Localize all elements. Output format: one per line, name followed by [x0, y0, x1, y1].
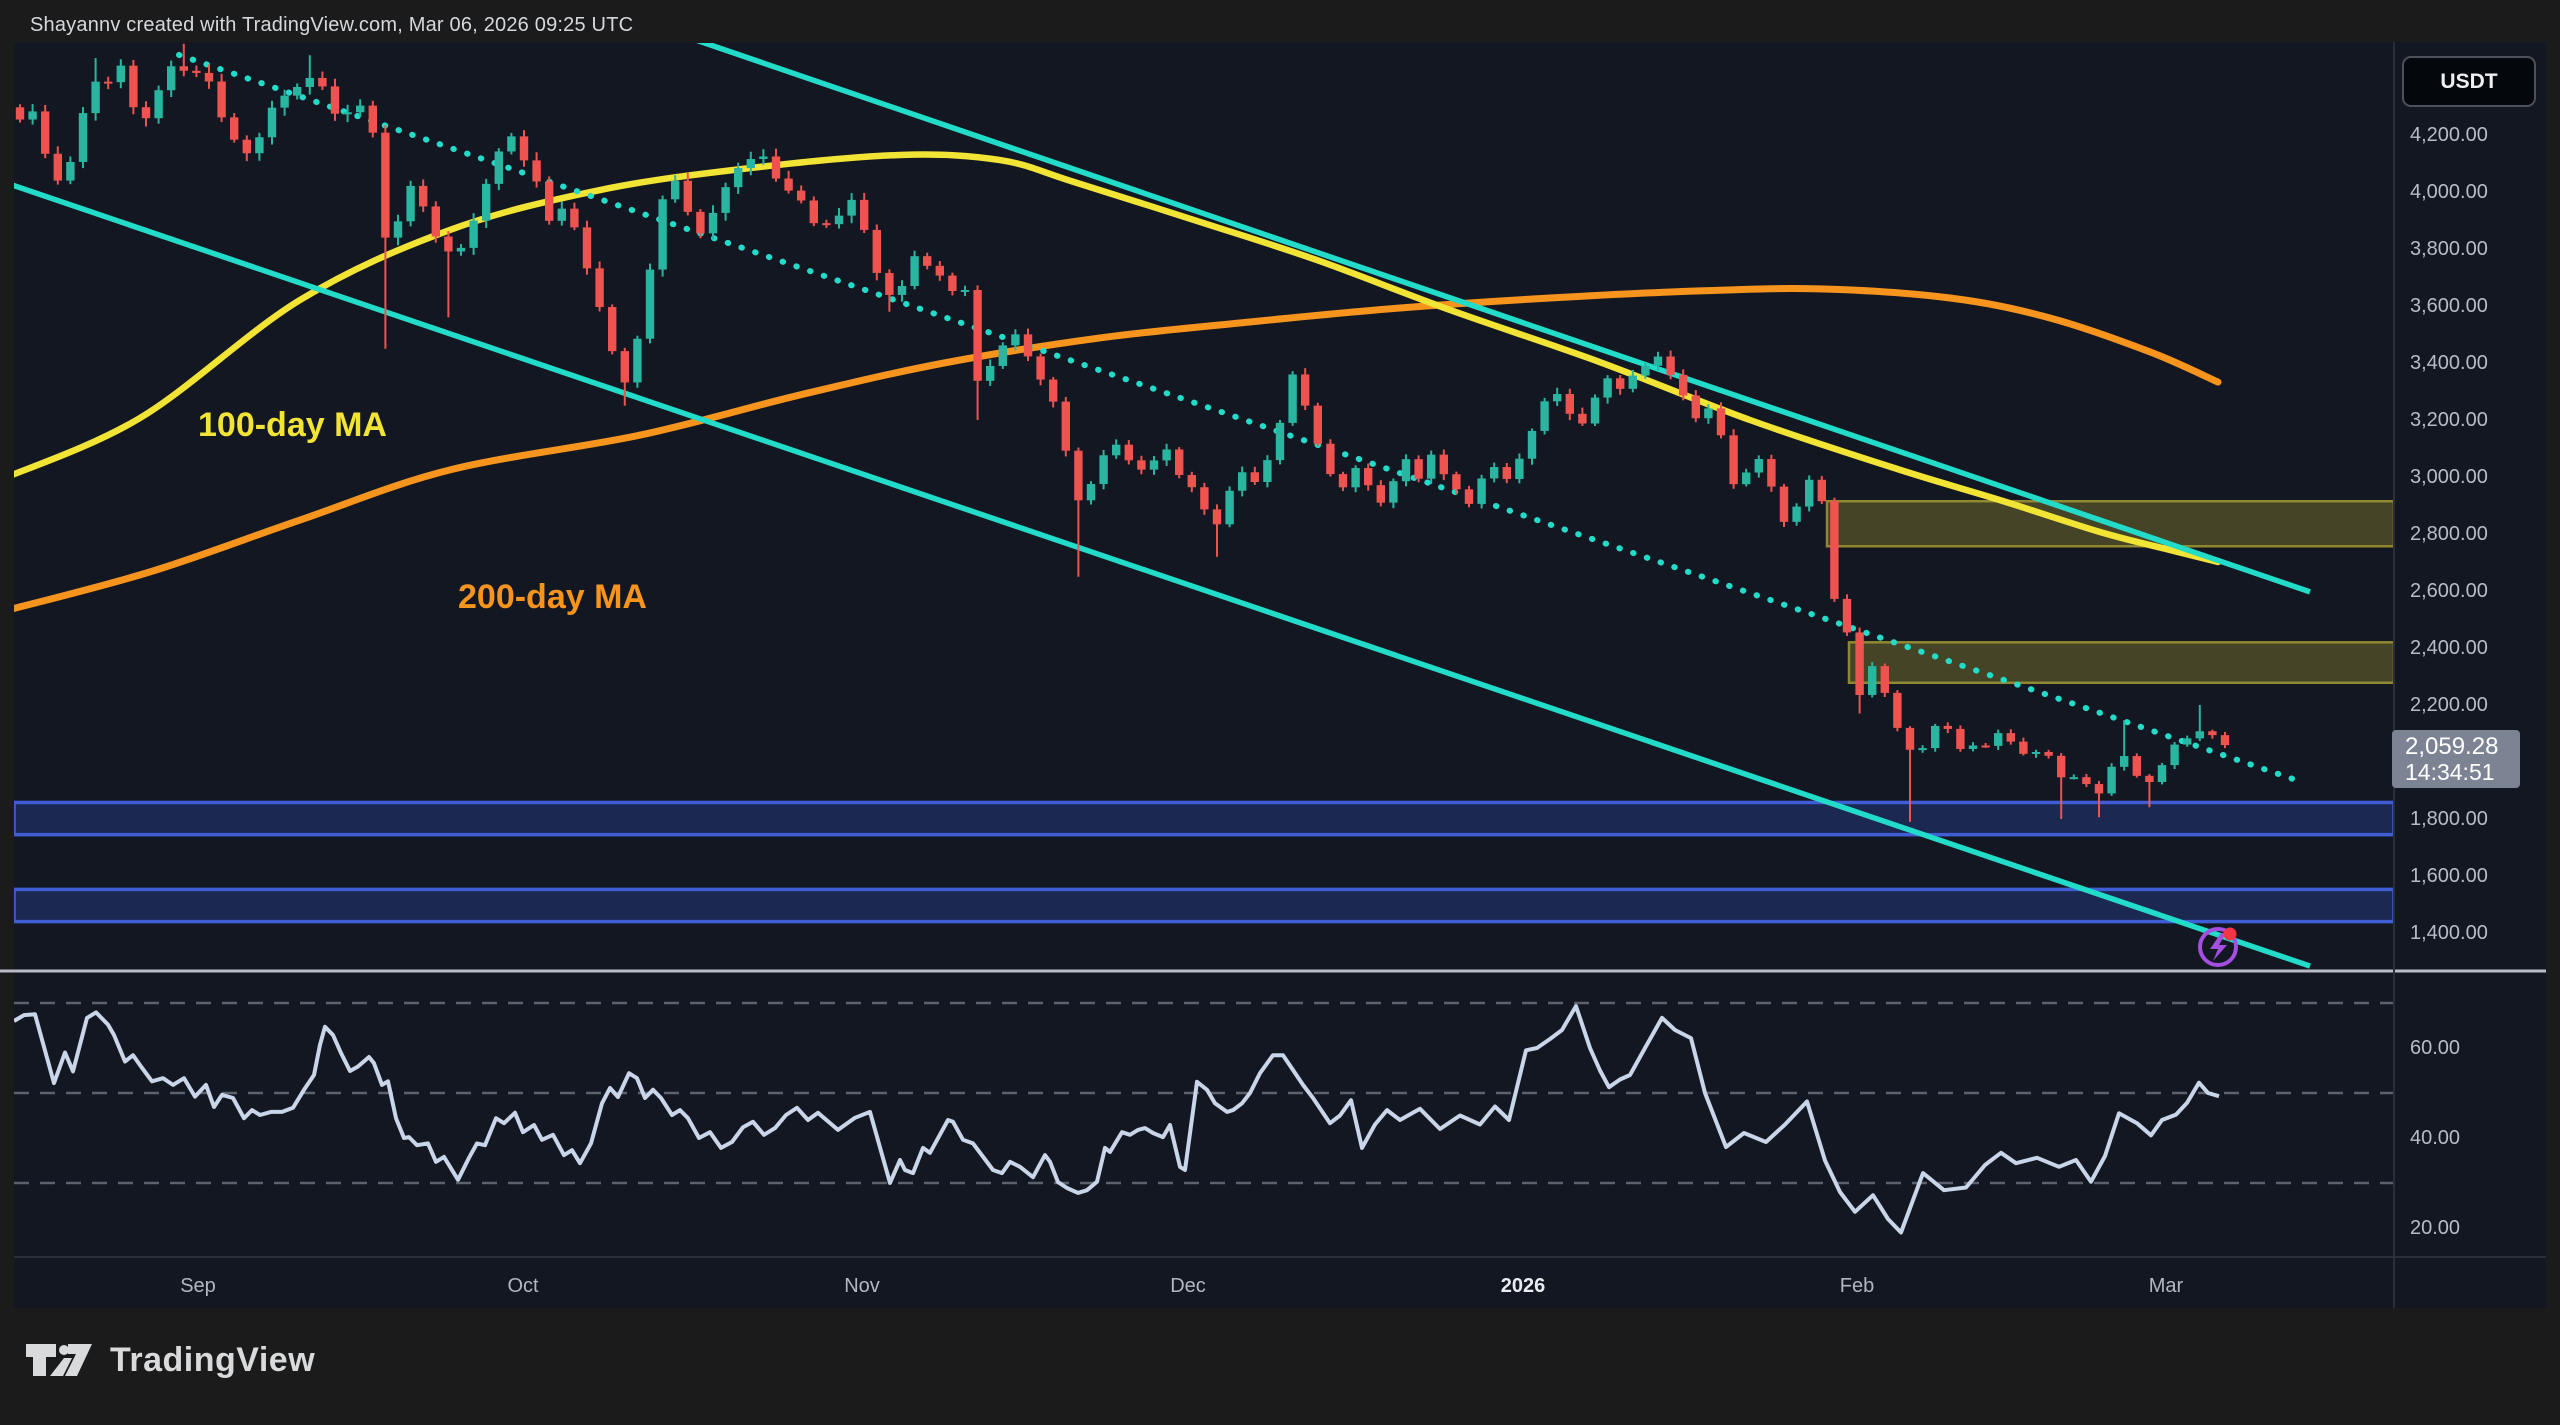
last-price-value: 2,059.28 — [2405, 733, 2520, 760]
price-tick-label: 1,800.00 — [2410, 807, 2488, 831]
price-tick-label: 2,600.00 — [2410, 579, 2488, 603]
channel-resistance — [667, 30, 2310, 592]
price-tick-label: 3,200.00 — [2410, 408, 2488, 432]
price-tick-label: 2,800.00 — [2410, 522, 2488, 546]
attribution-text: Shayannv created with TradingView.com, M… — [30, 14, 633, 37]
time-tick-label-Nov: Nov — [844, 1274, 880, 1298]
time-tick-label-Dec: Dec — [1170, 1274, 1206, 1298]
rsi-line — [14, 1006, 2219, 1232]
time-tick-label-Mar: Mar — [2149, 1274, 2183, 1298]
price-tick-label: 1,600.00 — [2410, 864, 2488, 888]
tradingview-logo[interactable]: TradingView — [24, 1340, 315, 1380]
tradingview-logo-icon — [24, 1340, 94, 1380]
ma200-text-label: 200-day MA — [458, 578, 647, 617]
time-tick-label-Sep: Sep — [180, 1274, 216, 1298]
price-tick-label: 3,400.00 — [2410, 351, 2488, 375]
quote-currency-badge[interactable]: USDT — [2402, 56, 2536, 107]
ma200-line — [0, 288, 2218, 612]
ma100-text-label: 100-day MA — [198, 406, 387, 445]
price-tick-label: 3,000.00 — [2410, 465, 2488, 489]
rsi-tick-label: 20.00 — [2410, 1216, 2460, 1240]
support-zone-1800 — [14, 802, 2394, 834]
tradingview-screenshot: Shayannv created with TradingView.com, M… — [0, 0, 2560, 1425]
time-tick-label-Oct: Oct — [507, 1274, 538, 1298]
rsi-tick-label: 40.00 — [2410, 1126, 2460, 1150]
price-tick-label: 2,400.00 — [2410, 636, 2488, 660]
price-tick-label: 1,400.00 — [2410, 921, 2488, 945]
price-tick-label: 3,800.00 — [2410, 237, 2488, 261]
support-zone-1450 — [14, 889, 2394, 921]
price-tick-label: 4,200.00 — [2410, 123, 2488, 147]
candle-countdown: 14:34:51 — [2405, 760, 2520, 785]
resistance-zone-lower — [1849, 642, 2394, 682]
price-tick-label: 2,200.00 — [2410, 693, 2488, 717]
tradingview-logo-text: TradingView — [110, 1341, 315, 1380]
rsi-tick-label: 60.00 — [2410, 1036, 2460, 1060]
price-tick-label: 4,000.00 — [2410, 180, 2488, 204]
time-tick-label-Feb: Feb — [1840, 1274, 1874, 1298]
price-tick-label: 3,600.00 — [2410, 294, 2488, 318]
time-tick-label-2026: 2026 — [1501, 1274, 1546, 1298]
price-chart-canvas[interactable] — [0, 0, 2560, 1425]
last-price-label: 2,059.28 14:34:51 — [2392, 730, 2520, 788]
